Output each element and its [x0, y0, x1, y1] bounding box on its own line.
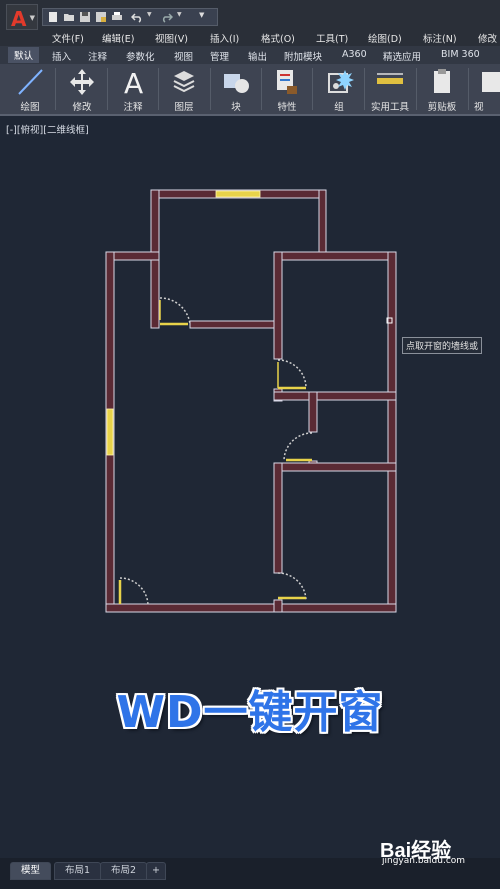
wall: [273, 391, 397, 401]
door-swing: [119, 577, 149, 607]
wall: [105, 603, 397, 613]
tab-model[interactable]: 模型: [10, 862, 52, 880]
wall: [189, 320, 281, 329]
wall: [387, 251, 397, 613]
video-caption: WD一键开窗: [116, 687, 384, 738]
autocad-window: A ▼ ▼ ▼ ▼ 文件(F) 编辑(E) 视图(V) 插入(I) 格式(O) …: [0, 0, 500, 889]
floor-plan-drawing[interactable]: [0, 0, 500, 889]
wall: [273, 462, 397, 472]
wall: [273, 599, 283, 613]
door-swing: [277, 359, 307, 389]
door-swing: [283, 432, 313, 462]
doors: [118, 297, 313, 607]
walls: [105, 189, 397, 613]
tab-layout2[interactable]: 布局2: [100, 862, 148, 880]
tab-layout1[interactable]: 布局1: [54, 862, 102, 880]
watermark-url: jingyan.baidu.com: [382, 856, 466, 866]
wall: [275, 251, 397, 261]
wall: [318, 189, 327, 254]
door-swing: [159, 297, 191, 325]
wall: [273, 462, 283, 574]
window-left: [106, 408, 114, 456]
add-layout-button[interactable]: +: [146, 862, 166, 880]
wall: [273, 251, 283, 360]
wall: [308, 391, 318, 433]
command-tooltip: 点取开窗的墙线或: [402, 337, 483, 354]
baidu-watermark: Bai经验 jingyan.baidu.com: [380, 834, 500, 866]
window-top: [215, 190, 261, 198]
